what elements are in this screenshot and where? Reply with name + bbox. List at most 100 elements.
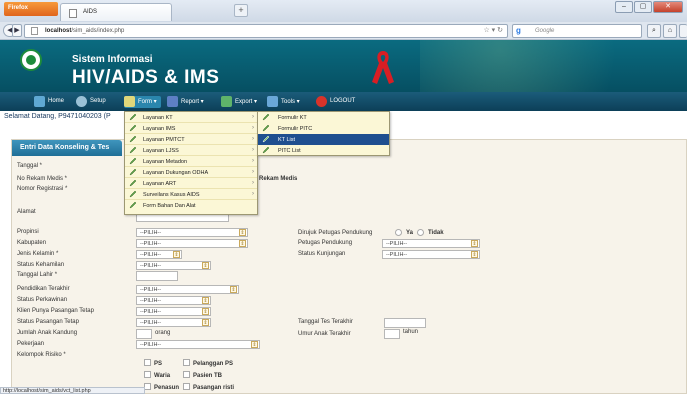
klien-pasangan-select[interactable]: --PILIH-- ⇕ [136,307,211,316]
tanggal-lahir-input[interactable] [136,271,178,281]
close-button[interactable]: ✕ [653,1,683,13]
minimize-button[interactable]: – [615,1,633,13]
menu-home[interactable]: Home [34,96,64,108]
kabupaten-select[interactable]: --PILIH-- ⇕ [136,239,248,248]
firefox-menu-button[interactable]: Firefox [4,2,58,16]
menu-export[interactable]: Export ▾ [221,96,257,108]
pendidikan-select[interactable]: --PILIH-- ⇕ [136,285,239,294]
tools-icon [267,96,278,107]
submenu-formulir-pitc[interactable]: Formulir PITC [258,123,389,134]
main-menu: Home Setup Form ▾ Report ▾ Export ▾ Tool… [0,92,687,111]
label-status-perkawinan: Status Perkawinan [17,297,68,303]
risk-waria-checkbox[interactable] [144,371,151,378]
extension-icon[interactable] [679,24,687,38]
menu-form-label: Form [138,99,152,105]
status-kehamilan-value: --PILIH-- [140,263,162,269]
search-box[interactable]: g Google [512,24,642,38]
dd-item-layanan-kt[interactable]: Layanan KT › [125,112,257,123]
form-panel: Entri Data Konseling & Tes Tanggal * No … [11,139,687,394]
risk-pasien-tb-label: Pasien TB [193,373,223,379]
alamat-input[interactable] [136,214,229,222]
label-jumlah-anak: Jumlah Anak Kandung [17,330,78,336]
risk-pelanggan-ps-checkbox[interactable] [183,359,190,366]
layanan-kt-submenu: Formulir KT Formulir PITC KT List PITC L… [257,111,390,156]
dirujuk-tidak-radio[interactable] [417,229,424,236]
search-icon[interactable]: ⌕ [647,24,661,38]
forward-button[interactable]: ▶ [12,24,22,37]
page-content: Entri Data Konseling & Tes Tanggal * No … [0,123,687,394]
tab-title: AIDS [83,9,98,15]
dirujuk-ya-radio[interactable] [395,229,402,236]
status-perkawinan-value: --PILIH-- [140,298,162,304]
risk-pasien-tb-checkbox[interactable] [183,371,190,378]
chevron-down-icon: ⇕ [471,251,478,258]
status-kunjungan-select[interactable]: --PILIH-- ⇕ [382,250,480,259]
dd-item-label: Layanan Dukungan ODHA [143,170,209,176]
dd-item-layanan-pmtct[interactable]: Layanan PMTCT › [125,134,257,145]
label-rekam-medis-fragment: Rekam Medis [259,176,298,182]
risk-penasun-checkbox[interactable] [144,383,151,390]
page-icon [69,9,77,18]
jumlah-anak-input[interactable] [136,329,152,339]
dd-item-layanan-art[interactable]: Layanan ART › [125,178,257,189]
navigation-toolbar: ◀ ▶ localhost/sim_aids/index.php ☆ ▾ ↻ g… [0,22,687,40]
site-header: Sistem Informasi HIV/AIDS & IMS [0,40,687,92]
risk-ps-checkbox[interactable] [144,359,151,366]
dd-item-layanan-dukungan-odha[interactable]: Layanan Dukungan ODHA › [125,167,257,178]
dd-item-layanan-ljss[interactable]: Layanan LJSS › [125,145,257,156]
dd-item-layanan-metadon[interactable]: Layanan Metadon › [125,156,257,167]
page-icon [31,27,38,35]
menu-tools[interactable]: Tools ▾ [267,96,300,108]
risk-penasun-label: Penasun [154,385,180,391]
jenis-kelamin-select[interactable]: --PILIH-- ⇕ [136,250,182,259]
status-perkawinan-select[interactable]: --PILIH-- ⇕ [136,296,211,305]
dd-item-surveilans-kasus-aids[interactable]: Surveilans Kasus AIDS › [125,189,257,200]
submenu-pitc-list[interactable]: PITC List [258,145,389,156]
pencil-icon [129,168,137,176]
menu-logout[interactable]: LOGOUT [316,96,355,108]
status-kehamilan-select[interactable]: --PILIH-- ⇕ [136,261,211,270]
label-pekerjaan: Pekerjaan [17,341,45,347]
pencil-icon [129,113,137,121]
gear-icon [76,96,87,107]
maximize-button[interactable]: ▢ [634,1,652,13]
label-pendidikan: Pendidikan Terakhir [17,286,70,292]
menu-form[interactable]: Form ▾ [124,96,161,108]
chevron-down-icon: ⇕ [202,262,209,269]
form-dropdown-menu: Layanan KT › Layanan IMS › Layanan PMTCT › … [124,111,258,215]
home-icon[interactable]: ⌂ [663,24,677,38]
risk-pasangan-risti-checkbox[interactable] [183,383,190,390]
petugas-pendukung-value: --PILIH-- [386,241,408,247]
submenu-formulir-kt[interactable]: Formulir KT [258,112,389,123]
pekerjaan-select[interactable]: --PILIH-- ⇕ [136,340,260,349]
bookmark-star-icon[interactable]: ☆ ▾ ↻ [483,26,503,34]
umur-anak-input[interactable] [384,329,400,339]
pencil-icon [129,124,137,132]
menu-setup[interactable]: Setup [76,96,106,108]
submenu-kt-list[interactable]: KT List [258,134,389,145]
address-bar[interactable]: localhost/sim_aids/index.php ☆ ▾ ↻ [24,24,508,38]
dd-item-form-bahan-dan-alat[interactable]: Form Bahan Dan Alat [125,200,257,211]
pencil-icon [129,135,137,143]
label-tanggal-lahir: Tanggal Lahir * [17,272,58,278]
chevron-down-icon: ⇕ [202,319,209,326]
menu-report[interactable]: Report ▾ [167,96,204,108]
tab-aids[interactable]: AIDS [60,3,172,21]
label-status-pasangan: Status Pasangan Tetap [17,319,79,325]
dd-item-layanan-ims[interactable]: Layanan IMS › [125,123,257,134]
dd-item-label: Layanan LJSS [143,148,179,154]
pencil-icon [129,201,137,209]
status-pasangan-select[interactable]: --PILIH-- ⇕ [136,318,211,327]
submenu-label: PITC List [278,148,301,154]
new-tab-button[interactable]: + [234,4,248,17]
site-subtitle: Sistem Informasi [72,54,153,65]
status-pasangan-value: --PILIH-- [140,320,162,326]
submenu-arrow-icon: › [252,158,254,164]
kabupaten-value: --PILIH-- [140,241,162,247]
petugas-pendukung-select[interactable]: --PILIH-- ⇕ [382,239,480,248]
label-umur-anak: Umur Anak Terakhir [298,331,351,337]
propinsi-select[interactable]: --PILIH-- ⇕ [136,228,248,237]
dd-item-label: Surveilans Kasus AIDS [143,192,200,198]
tanggal-tes-input[interactable] [384,318,426,328]
menu-report-label: Report [181,99,200,105]
